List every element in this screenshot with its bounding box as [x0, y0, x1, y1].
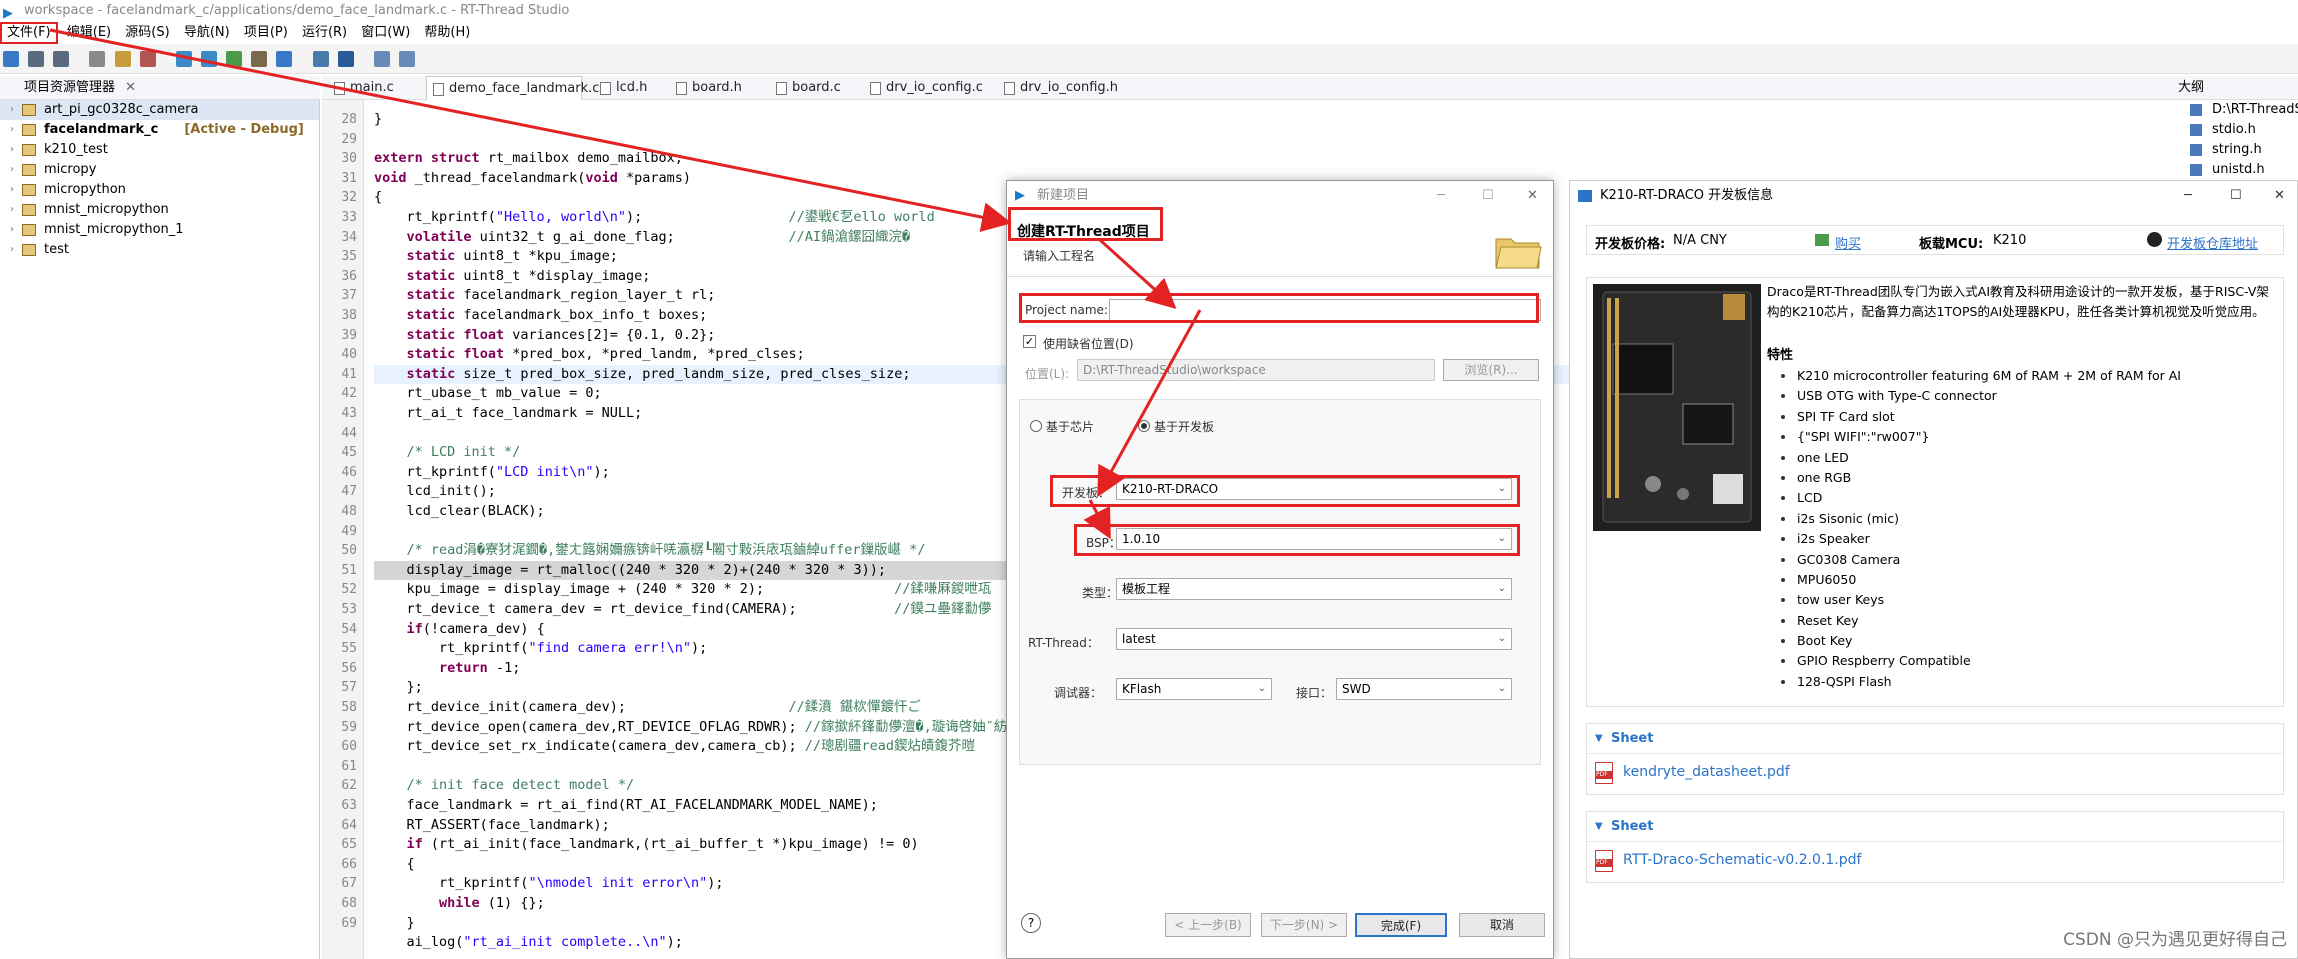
ide-window: ▶ workspace - facelandmark_c/application…: [0, 0, 2298, 959]
arrow-heading-to-name: [1098, 238, 1177, 310]
arrow-board-to-bsp: [1083, 499, 1111, 540]
arrow-menu-to-dialog: [49, 28, 1012, 232]
arrow-name-to-board: [1097, 309, 1202, 498]
annotation-arrows: [49, 28, 1202, 540]
